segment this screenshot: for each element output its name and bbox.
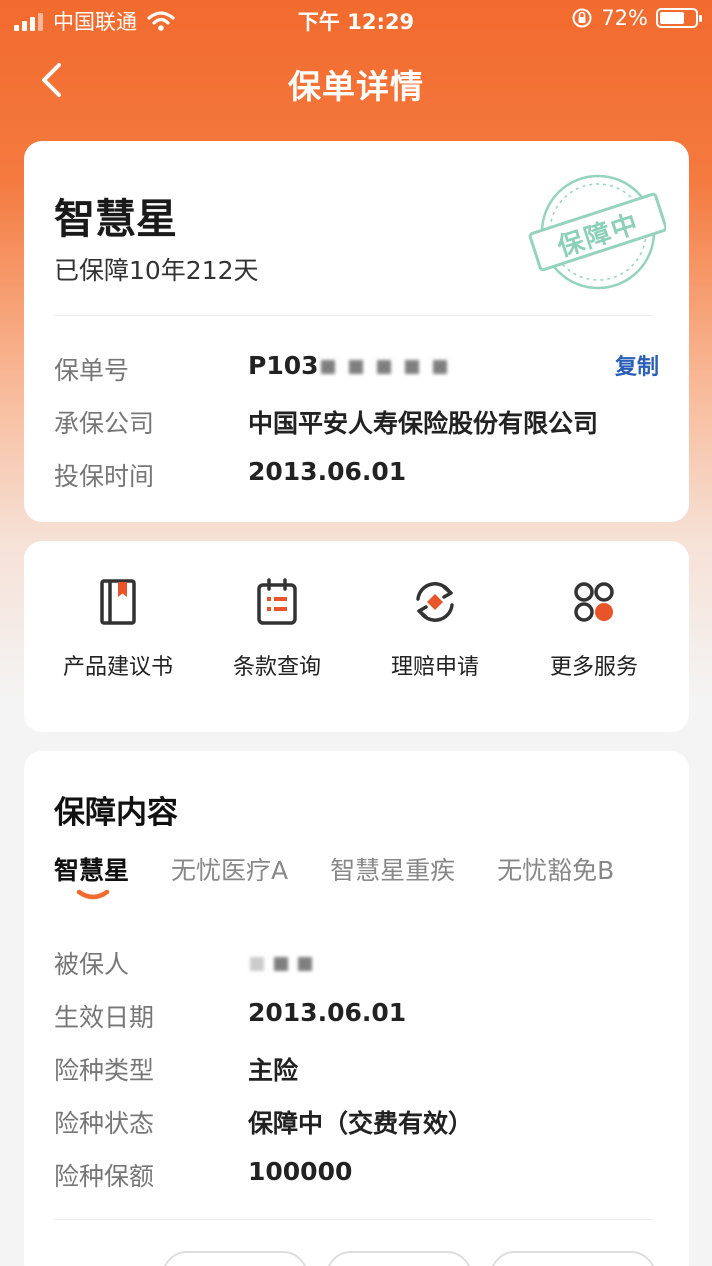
tab-zhihuixing-zhongji[interactable]: 智慧星重疾 (330, 851, 455, 887)
product-name: 智慧星 (54, 195, 177, 243)
redacted-mask (320, 360, 447, 374)
field-label: 生效日期 (54, 1003, 155, 1032)
claim-refresh-icon (416, 582, 454, 622)
divider (54, 315, 653, 316)
rotation-lock-icon (572, 8, 592, 28)
coverage-duration: 已保障10年212天 (54, 256, 259, 285)
tab-label: 智慧星 (54, 856, 130, 885)
book-icon (100, 579, 136, 625)
coverage-tabs: 智慧星 无忧医疗A 智慧星重疾 无忧豁免B (54, 851, 614, 900)
service-label: 条款查询 (232, 655, 321, 680)
field-label: 投保时间 (54, 462, 155, 491)
status-bar: 中国联通 下午 12:29 72% (0, 0, 712, 40)
field-label: 承保公司 (54, 409, 155, 438)
policy-number-text: P103 (248, 351, 319, 380)
redacted-mask (250, 957, 312, 971)
insurer-value: 中国平安人寿保险股份有限公司 (248, 409, 599, 438)
grid-apps-icon (574, 582, 614, 622)
field-label: 保单号 (54, 356, 130, 385)
services-card: 产品建议书 条款查询 理赔申请 更多服务 (24, 541, 689, 732)
service-claim-button[interactable]: 理赔申请 (355, 577, 515, 681)
tab-label: 无忧豁免B (497, 856, 615, 885)
tab-wuyou-yiliao-a[interactable]: 无忧医疗A (171, 851, 288, 887)
insurer-row: 承保公司 中国平安人寿保险股份有限公司 (54, 404, 659, 440)
active-tab-indicator (76, 889, 110, 900)
action-pill-1[interactable] (162, 1251, 308, 1266)
tab-label: 无忧医疗A (171, 856, 289, 885)
copy-button[interactable]: 复制 (615, 349, 659, 381)
coverage-amount-value: 100000 (248, 1157, 353, 1186)
service-terms-button[interactable]: 条款查询 (197, 577, 357, 681)
page-title: 保单详情 (288, 67, 424, 106)
insured-value (248, 945, 312, 974)
battery-percent: 72% (601, 6, 648, 30)
service-label: 产品建议书 (62, 655, 173, 680)
nav-bar: 保单详情 (0, 48, 712, 112)
coverage-status-row: 险种状态 保障中（交费有效） (54, 1104, 659, 1140)
field-label: 险种类型 (54, 1056, 155, 1085)
clipboard-list-icon (257, 578, 297, 625)
field-label: 被保人 (54, 950, 130, 979)
coverage-type-value: 主险 (248, 1056, 299, 1085)
service-label: 更多服务 (549, 655, 638, 680)
status-stamp: 保障中 (526, 169, 668, 299)
coverage-amount-row: 险种保额 100000 (54, 1157, 659, 1193)
coverage-type-row: 险种类型 主险 (54, 1051, 659, 1087)
policy-number-value: P103 (248, 351, 447, 380)
service-more-button[interactable]: 更多服务 (514, 577, 674, 681)
section-title: 保障内容 (54, 795, 178, 831)
policy-number-row: 保单号 P103 复制 (54, 351, 659, 387)
tab-zhihuixing[interactable]: 智慧星 (54, 851, 130, 900)
purchase-date-value: 2013.06.01 (248, 457, 407, 486)
coverage-status-value: 保障中（交费有效） (248, 1109, 474, 1138)
policy-summary-card: 智慧星 已保障10年212天 保障中 保单号 P103 复制 承保公司 中国平安… (24, 141, 689, 522)
tab-wuyou-huomian-b[interactable]: 无忧豁免B (497, 851, 614, 887)
insured-row: 被保人 (54, 945, 659, 981)
field-label: 险种状态 (54, 1109, 155, 1138)
status-right: 72% (571, 6, 702, 30)
coverage-card: 保障内容 智慧星 无忧医疗A 智慧星重疾 无忧豁免B 被保人 生效日期 2013… (24, 751, 689, 1266)
battery-icon (656, 8, 702, 28)
divider (54, 1219, 653, 1220)
action-pill-3[interactable] (490, 1251, 656, 1266)
service-proposal-button[interactable]: 产品建议书 (38, 577, 198, 681)
effective-date-row: 生效日期 2013.06.01 (54, 998, 659, 1034)
tab-label: 智慧星重疾 (330, 856, 456, 885)
service-label: 理赔申请 (390, 655, 479, 680)
effective-date-value: 2013.06.01 (248, 998, 407, 1027)
action-pill-2[interactable] (326, 1251, 472, 1266)
field-label: 险种保额 (54, 1162, 155, 1191)
battery-fill (660, 12, 685, 24)
purchase-date-row: 投保时间 2013.06.01 (54, 457, 659, 493)
